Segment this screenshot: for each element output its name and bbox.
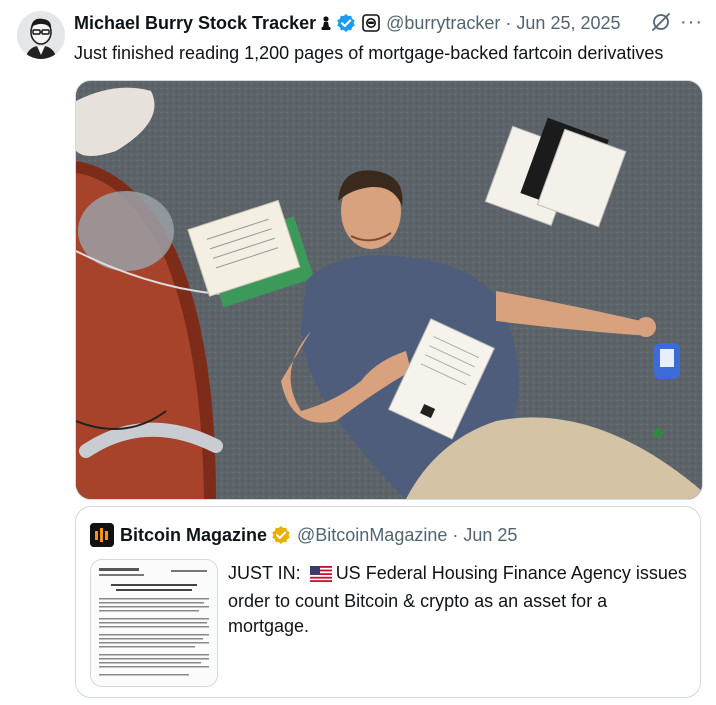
quoted-author-handle[interactable]: @BitcoinMagazine [297, 525, 447, 546]
verified-badge-icon[interactable] [336, 13, 356, 33]
tweet-media[interactable] [75, 80, 703, 500]
us-flag-icon [309, 564, 332, 589]
quoted-separator-dot: · [452, 524, 459, 545]
quoted-text-prefix: JUST IN: [228, 563, 306, 583]
document-thumbnail[interactable] [90, 559, 218, 687]
quoted-tweet-header: Bitcoin Magazine @BitcoinMagazine · Jun … [90, 523, 517, 547]
quoted-tweet-text: JUST IN: US Federal Housing Finance Agen… [228, 561, 688, 639]
author-handle[interactable]: @burrytracker [386, 13, 500, 34]
author-name[interactable]: Michael Burry Stock Tracker [74, 13, 316, 34]
quoted-author-name[interactable]: Bitcoin Magazine [120, 525, 267, 546]
robot-badge-icon[interactable] [362, 14, 380, 32]
more-icon[interactable]: ··· [680, 11, 703, 33]
quoted-tweet[interactable]: Bitcoin Magazine @BitcoinMagazine · Jun … [75, 506, 701, 698]
tweet-header: Michael Burry Stock Tracker @burrytracke… [74, 11, 706, 35]
tweet-date[interactable]: Jun 25, 2025 [516, 13, 620, 34]
bitcoin-magazine-logo-icon[interactable] [90, 523, 114, 547]
avatar-portrait-icon [17, 11, 65, 59]
man-lying-on-floor-photo [76, 81, 702, 499]
separator-dot: · [505, 12, 512, 33]
avatar[interactable] [17, 11, 65, 59]
chess-pawn-icon [320, 15, 332, 31]
quoted-date[interactable]: Jun 25 [463, 525, 517, 546]
grok-icon[interactable] [650, 11, 672, 38]
tweet-text: Just finished reading 1,200 pages of mor… [74, 43, 664, 63]
gold-verified-badge-icon[interactable] [271, 525, 291, 545]
